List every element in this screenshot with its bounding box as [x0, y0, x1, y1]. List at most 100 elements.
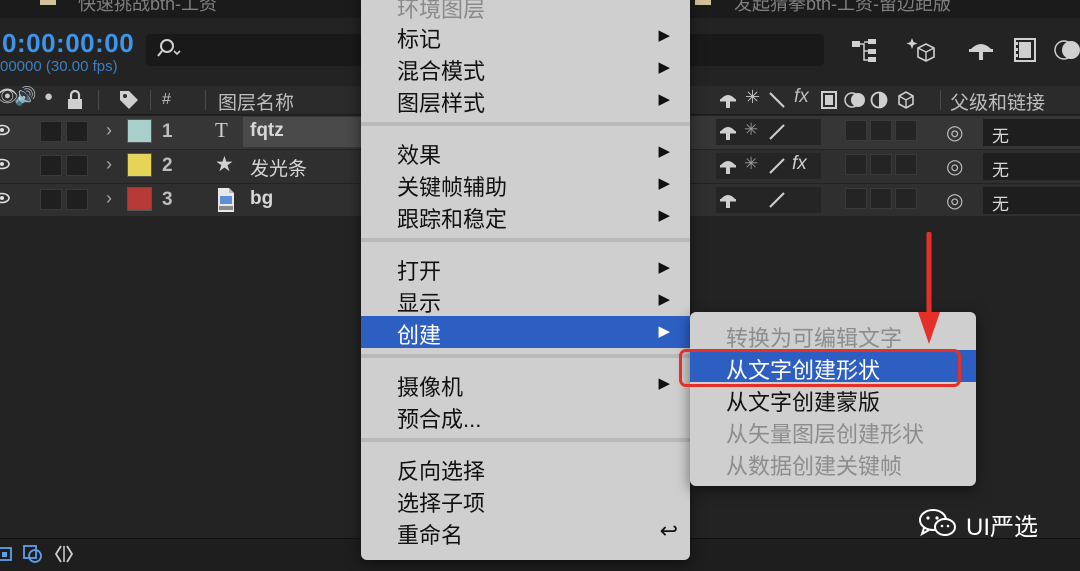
shape-layer-star-icon: ★ — [215, 153, 234, 176]
label-tag-icon[interactable] — [118, 89, 140, 111]
menu-separator — [361, 238, 690, 242]
shy-layers-icon[interactable] — [966, 36, 996, 64]
motion-blur-icon[interactable] — [1052, 36, 1080, 64]
menu-item-precompose[interactable]: 预合成... — [361, 400, 690, 432]
layer-index: 1 — [162, 121, 173, 142]
submenu-arrow-icon: ▶ — [658, 291, 670, 308]
menu-item-rename[interactable]: 重命名 ↩ — [361, 516, 690, 548]
menu-item-effect[interactable]: 效果 ▶ — [361, 136, 690, 168]
tab-comp-2[interactable]: 发起猜拳bth-工资-留边距版 — [734, 0, 951, 16]
menu-item-environment-layer[interactable]: 环境图层 — [361, 0, 690, 22]
search-icon[interactable] — [156, 38, 182, 60]
collapse-transform-icon[interactable]: ✳ — [744, 154, 758, 174]
parent-value: 无 — [992, 127, 1009, 146]
menu-item-label: 显示 — [397, 291, 442, 316]
layer-label-color[interactable] — [127, 187, 152, 211]
menu-item-camera[interactable]: 摄像机 ▶ — [361, 368, 690, 400]
switch-cell[interactable] — [845, 188, 867, 209]
menu-item-label: 跟踪和稳定 — [397, 207, 508, 232]
layer-label-color[interactable] — [127, 119, 152, 143]
lock-switch[interactable] — [66, 189, 88, 210]
switch-cell[interactable] — [870, 154, 892, 175]
parent-pick-whip-icon[interactable]: ◎ — [946, 154, 963, 179]
shy-switch-icon[interactable] — [718, 156, 738, 176]
transfer-controls-icon[interactable] — [22, 544, 44, 564]
switch-cell[interactable] — [895, 188, 917, 209]
menu-item-track-and-stabilize[interactable]: 跟踪和稳定 ▶ — [361, 200, 690, 232]
tab-color-marker — [40, 0, 56, 5]
submenu-item-create-keyframes-from-data[interactable]: 从数据创建关键帧 — [690, 446, 976, 479]
collapse-transform-icon[interactable]: ✳ — [744, 120, 758, 140]
layer-name[interactable]: 发光条 — [250, 154, 307, 181]
submenu-arrow-icon: ▶ — [658, 59, 670, 76]
switch-cell[interactable] — [845, 154, 867, 175]
lock-switch[interactable] — [66, 121, 88, 142]
layer-context-menu: 环境图层 标记 ▶ 混合模式 ▶ 图层样式 ▶ 效果 ▶ 关键帧辅助 ▶ 跟踪和稳定 ▶ 打… — [361, 0, 690, 560]
shy-switch-icon[interactable] — [718, 122, 738, 142]
collapse-transform-icon: ✳ — [745, 87, 761, 107]
menu-separator — [361, 438, 690, 442]
switch-cell[interactable] — [895, 154, 917, 175]
lock-icon[interactable] — [66, 90, 84, 110]
layer-name[interactable]: bg — [250, 188, 273, 210]
column-divider — [205, 90, 206, 110]
layer-switches-toggle-icon[interactable] — [0, 545, 14, 563]
column-header-layer-name[interactable]: 图层名称 — [218, 88, 294, 115]
menu-item-layer-styles[interactable]: 图层样式 ▶ — [361, 84, 690, 116]
eye-icon[interactable] — [0, 156, 10, 172]
expand-chevron-icon[interactable]: › — [106, 120, 112, 141]
menu-item-keyframe-assistant[interactable]: 关键帧辅助 ▶ — [361, 168, 690, 200]
column-header-index[interactable]: # — [162, 91, 171, 109]
layer-label-color[interactable] — [127, 153, 152, 177]
eye-icon[interactable] — [0, 122, 10, 138]
menu-item-reveal[interactable]: 显示 ▶ — [361, 284, 690, 316]
expand-chevron-icon[interactable]: › — [106, 154, 112, 175]
motion-blur-switch-icon — [844, 92, 865, 108]
column-header-parent[interactable]: 父级和链接 — [950, 88, 1045, 115]
layer-name[interactable]: fqtz — [250, 120, 284, 142]
effect-switch-icon: fx — [794, 86, 809, 107]
audio-icon[interactable]: 🔊 — [14, 86, 36, 107]
solo-switch[interactable] — [40, 155, 62, 176]
shy-switch-icon[interactable] — [718, 190, 738, 210]
switch-cell[interactable] — [870, 120, 892, 141]
in-out-duration-icon[interactable] — [54, 544, 74, 564]
quality-icon[interactable] — [768, 123, 786, 141]
current-time-display[interactable]: 0:00:00:00 — [2, 28, 134, 59]
lock-switch[interactable] — [66, 155, 88, 176]
menu-item-marker[interactable]: 标记 ▶ — [361, 20, 690, 52]
quality-icon[interactable] — [768, 191, 786, 209]
layer-switches: ✳ fx — [716, 153, 821, 179]
menu-item-label: 打开 — [397, 259, 442, 284]
menu-item-open[interactable]: 打开 ▶ — [361, 252, 690, 284]
tab-comp-1[interactable]: 快速挑战bth-工资 — [78, 0, 217, 16]
frame-blending-icon[interactable] — [1010, 36, 1040, 64]
submenu-item-create-shapes-from-vector-layer[interactable]: 从矢量图层创建形状 — [690, 414, 976, 447]
menu-item-label: 标记 — [397, 27, 442, 52]
eye-icon[interactable] — [0, 190, 10, 206]
menu-item-create[interactable]: 创建 ▶ — [361, 316, 690, 348]
composition-flowchart-icon[interactable] — [850, 36, 880, 64]
menu-item-label: 预合成... — [397, 407, 482, 432]
switch-cell[interactable] — [845, 120, 867, 141]
expand-chevron-icon[interactable]: › — [106, 188, 112, 209]
switch-cell[interactable] — [870, 188, 892, 209]
submenu-arrow-icon: ▶ — [658, 375, 670, 392]
watermark-text: UI严选 — [966, 514, 1038, 541]
parent-pick-whip-icon[interactable]: ◎ — [946, 120, 963, 145]
quality-icon[interactable] — [768, 157, 786, 175]
draft-3d-icon[interactable] — [906, 36, 936, 64]
effect-switch-icon[interactable]: fx — [792, 153, 807, 175]
solo-icon[interactable]: ● — [44, 88, 53, 105]
menu-item-select-children[interactable]: 选择子项 — [361, 484, 690, 516]
column-divider — [940, 90, 941, 110]
submenu-arrow-icon: ▶ — [658, 91, 670, 108]
menu-item-blending-mode[interactable]: 混合模式 ▶ — [361, 52, 690, 84]
adjustment-layer-icon — [870, 91, 888, 109]
solo-switch[interactable] — [40, 189, 62, 210]
switch-cell[interactable] — [895, 120, 917, 141]
parent-pick-whip-icon[interactable]: ◎ — [946, 188, 963, 213]
menu-item-invert-selection[interactable]: 反向选择 — [361, 452, 690, 484]
solo-switch[interactable] — [40, 121, 62, 142]
wechat-logo-icon — [919, 509, 956, 537]
